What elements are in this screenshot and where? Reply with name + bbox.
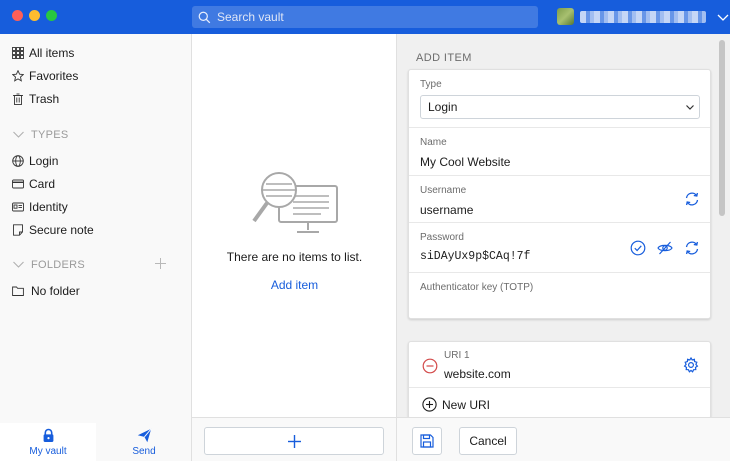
save-floppy-icon <box>420 434 434 448</box>
lock-icon <box>43 428 53 442</box>
globe-icon <box>12 155 24 167</box>
sidebar-item-secure-note[interactable]: Secure note <box>12 223 94 237</box>
tab-label: My vault <box>29 445 67 457</box>
add-item-link[interactable]: Add item <box>192 278 397 292</box>
types-heading: TYPES <box>31 128 69 141</box>
name-label: Name <box>420 137 447 148</box>
sidebar-item-label: Identity <box>29 200 68 214</box>
totp-label: Authenticator key (TOTP) <box>420 282 534 293</box>
uri-card: URI 1 website.com New URI <box>408 341 711 419</box>
new-uri-button[interactable]: New URI <box>422 397 490 412</box>
sidebar-item-label: All items <box>29 46 75 60</box>
tab-my-vault[interactable]: My vault <box>0 423 96 461</box>
sidebar-item-label: No folder <box>31 284 80 298</box>
search-input[interactable]: Search vault <box>192 6 538 28</box>
type-label: Type <box>420 79 442 90</box>
type-select[interactable]: Login <box>420 95 700 119</box>
password-row[interactable]: Password siDAyUx9p$CAq!7f <box>409 223 710 273</box>
type-select-value: Login <box>428 100 458 114</box>
chevron-down-icon <box>13 131 24 138</box>
uri-row[interactable]: URI 1 website.com <box>409 342 710 388</box>
new-uri-label: New URI <box>442 397 491 412</box>
tab-label: Send <box>132 445 156 457</box>
username-field[interactable]: username <box>420 203 473 217</box>
uri-input[interactable]: website.com <box>444 367 511 381</box>
add-folder-plus-icon[interactable] <box>154 257 167 270</box>
sidebar: All items Favorites Trash TYPES Login Ca… <box>0 34 192 461</box>
sidebar-item-label: Favorites <box>29 69 79 83</box>
plus-icon <box>287 434 301 448</box>
search-icon <box>198 11 211 23</box>
cancel-button[interactable]: Cancel <box>459 427 517 455</box>
sidebar-item-trash[interactable]: Trash <box>12 92 59 106</box>
uri-label: URI 1 <box>444 350 470 361</box>
check-password-icon[interactable] <box>630 240 646 256</box>
password-label: Password <box>420 232 464 243</box>
detail-footer: Cancel <box>397 417 730 461</box>
title-bar: Search vault <box>0 0 730 34</box>
folders-heading: FOLDERS <box>31 258 86 271</box>
sidebar-item-label: Card <box>29 177 56 191</box>
card-icon <box>12 179 24 189</box>
folder-icon <box>12 286 24 296</box>
name-row[interactable]: Name My Cool Website <box>409 128 710 176</box>
username-label: Username <box>420 185 467 196</box>
save-button[interactable] <box>412 427 442 455</box>
id-card-icon <box>12 202 24 212</box>
page-title: ADD ITEM <box>416 52 472 64</box>
list-footer <box>192 417 396 461</box>
sidebar-item-login[interactable]: Login <box>12 154 58 168</box>
remove-uri-minus-icon[interactable] <box>422 358 438 374</box>
tab-send[interactable]: Send <box>96 423 192 461</box>
grid-icon <box>12 47 24 59</box>
generate-password-icon[interactable] <box>684 240 700 256</box>
star-icon <box>12 70 24 82</box>
toggle-visibility-eye-slash-icon[interactable] <box>657 240 673 256</box>
item-list-pane: There are no items to list. Add item <box>192 34 397 461</box>
folders-section-toggle[interactable]: FOLDERS <box>12 258 85 271</box>
sidebar-item-identity[interactable]: Identity <box>12 200 68 214</box>
chevron-down-icon <box>686 105 694 110</box>
bottom-tab-bar: My vault Send <box>0 423 192 461</box>
account-email-redacted <box>580 10 706 23</box>
types-section-toggle[interactable]: TYPES <box>12 128 69 141</box>
search-placeholder: Search vault <box>217 10 284 24</box>
chevron-down-icon <box>13 261 24 268</box>
sidebar-item-card[interactable]: Card <box>12 177 55 191</box>
send-icon <box>137 428 152 442</box>
sidebar-item-favorites[interactable]: Favorites <box>12 69 78 83</box>
scrollbar[interactable] <box>719 40 725 216</box>
account-switcher[interactable] <box>557 8 730 25</box>
add-item-pane: ADD ITEM Type Login Name My Cool Website… <box>397 34 730 461</box>
username-row[interactable]: Username username <box>409 176 710 223</box>
totp-row[interactable]: Authenticator key (TOTP) <box>409 273 710 318</box>
name-field[interactable]: My Cool Website <box>420 155 510 169</box>
window-close-button[interactable] <box>12 10 23 21</box>
chevron-down-icon <box>717 14 729 21</box>
plus-circle-icon <box>422 397 437 412</box>
add-item-button[interactable] <box>204 427 384 455</box>
item-details-card: Type Login Name My Cool Website Username… <box>408 69 711 319</box>
window-minimize-button[interactable] <box>29 10 40 21</box>
sidebar-item-no-folder[interactable]: No folder <box>12 284 80 298</box>
empty-list-illustration <box>252 172 338 233</box>
sidebar-item-label: Secure note <box>29 223 94 237</box>
uri-settings-gear-icon[interactable] <box>683 356 699 373</box>
avatar <box>557 8 574 25</box>
generate-username-icon[interactable] <box>684 191 700 207</box>
sidebar-item-label: Login <box>29 154 59 168</box>
type-row: Type Login <box>409 70 710 128</box>
window-zoom-button[interactable] <box>46 10 57 21</box>
sidebar-item-label: Trash <box>29 92 60 106</box>
password-field[interactable]: siDAyUx9p$CAq!7f <box>420 250 530 263</box>
sidebar-item-all-items[interactable]: All items <box>12 46 74 60</box>
trash-icon <box>13 93 23 105</box>
note-icon <box>13 224 23 236</box>
empty-list-message: There are no items to list. <box>226 250 363 264</box>
